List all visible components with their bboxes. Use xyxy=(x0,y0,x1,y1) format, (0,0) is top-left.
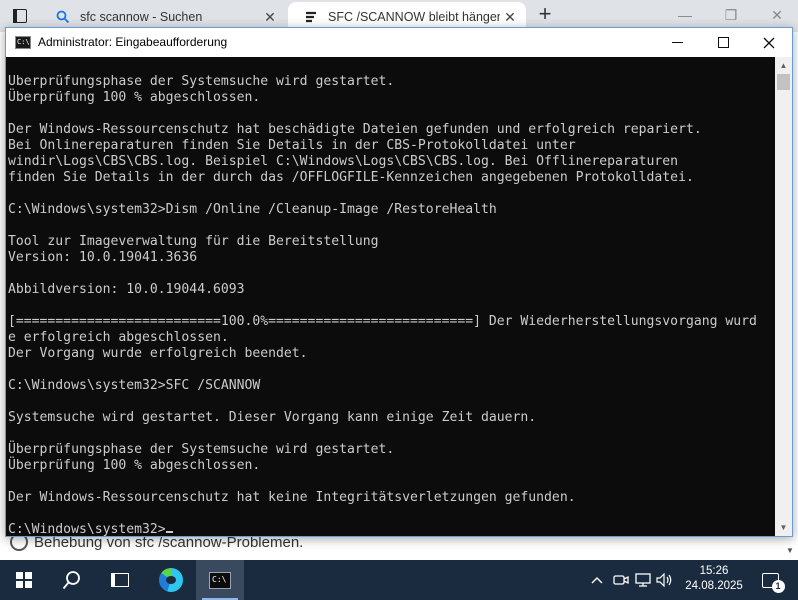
console-scrollbar[interactable]: ▲ ▼ xyxy=(775,57,792,536)
console-line: Abbildversion: 10.0.19044.6093 xyxy=(8,282,245,297)
start-button[interactable] xyxy=(0,560,48,600)
console-line: windir\Logs\CBS\CBS.log. Beispiel C:\Win… xyxy=(8,154,679,169)
maximize-button[interactable] xyxy=(700,28,746,57)
meet-now-icon[interactable] xyxy=(610,560,632,600)
browser-minimize-icon[interactable]: — xyxy=(662,4,708,26)
taskbar: C:\ 15:26 24.08.2025 1 xyxy=(0,560,798,600)
console-title: Administrator: Eingabeaufforderung xyxy=(38,35,228,49)
console-line: e erfolgreich abgeschlossen. xyxy=(8,330,229,345)
minimize-icon xyxy=(671,42,683,43)
console-window: Administrator: Eingabeaufforderung Überp… xyxy=(5,27,793,537)
edge-icon xyxy=(159,568,183,592)
close-button[interactable] xyxy=(746,28,792,57)
taskbar-search-button[interactable] xyxy=(48,560,96,600)
close-tab-icon[interactable]: ✕ xyxy=(500,9,520,26)
console-line: Der Vorgang wurde erfolgreich beendet. xyxy=(8,346,308,361)
console-line: Überprüfung 100 % abgeschlossen. xyxy=(8,90,261,105)
network-icon[interactable] xyxy=(632,560,654,600)
browser-tab-title: sfc scannow - Suchen xyxy=(80,10,203,24)
console-line: [==========================100.0%=======… xyxy=(8,314,757,329)
clock-time: 15:26 xyxy=(699,565,729,577)
browser-tab-title: SFC /SCANNOW bleibt hängen u xyxy=(328,10,500,24)
page-scroll-down-icon[interactable]: ▼ xyxy=(786,546,794,555)
console-line: Überprüfungsphase der Systemsuche wird g… xyxy=(8,442,395,457)
console-line: Tool zur Imageverwaltung für die Bereits… xyxy=(8,234,379,249)
browser-restore-icon[interactable]: ❐ xyxy=(708,4,754,26)
console-line: finden Sie Details in der durch das /OFF… xyxy=(8,170,694,185)
clock-date: 24.08.2025 xyxy=(685,580,743,592)
volume-icon[interactable] xyxy=(654,560,676,600)
console-line: Version: 10.0.19041.3636 xyxy=(8,250,198,265)
maximize-icon xyxy=(717,37,729,48)
scroll-thumb[interactable] xyxy=(777,74,790,90)
search-icon xyxy=(62,571,80,590)
console-prompt: C:\Windows\system32> xyxy=(8,522,166,536)
search-icon xyxy=(54,8,72,26)
close-tab-icon[interactable]: ✕ xyxy=(260,9,280,26)
show-hidden-icons-icon[interactable] xyxy=(586,560,608,600)
notification-badge: 1 xyxy=(771,579,785,593)
notification-icon: 1 xyxy=(761,572,785,593)
command-prompt-icon: C:\ xyxy=(209,571,231,589)
task-view-button[interactable] xyxy=(96,560,144,600)
site-icon xyxy=(302,8,320,26)
minimize-button[interactable] xyxy=(654,28,700,57)
tab-actions-icon[interactable] xyxy=(8,6,32,26)
browser-close-icon[interactable]: ✕ xyxy=(754,4,798,26)
taskbar-edge[interactable] xyxy=(148,560,194,600)
console-output[interactable]: Überprüfungsphase der Systemsuche wird g… xyxy=(8,74,774,536)
action-center-button[interactable]: 1 xyxy=(755,560,785,600)
console-line: C:\Windows\system32>SFC /SCANNOW xyxy=(8,378,261,393)
taskbar-clock[interactable]: 15:26 24.08.2025 xyxy=(680,564,748,594)
windows-icon xyxy=(16,572,32,588)
console-titlebar[interactable]: Administrator: Eingabeaufforderung xyxy=(6,28,792,57)
scroll-down-icon[interactable]: ▼ xyxy=(775,519,792,536)
task-view-icon xyxy=(111,573,129,587)
console-line: Systemsuche wird gestartet. Dieser Vorga… xyxy=(8,410,537,425)
close-icon xyxy=(763,37,775,48)
new-tab-button[interactable]: + xyxy=(534,3,556,26)
console-prompt-line: C:\Windows\system32> xyxy=(8,522,774,536)
scroll-up-icon[interactable]: ▲ xyxy=(775,57,792,74)
console-line: Der Windows-Ressourcenschutz hat beschäd… xyxy=(8,122,702,137)
text-cursor xyxy=(165,531,173,533)
console-line: Überprüfung 100 % abgeschlossen. xyxy=(8,458,261,473)
console-icon xyxy=(15,36,31,49)
console-line: Bei Onlinereparaturen finden Sie Details… xyxy=(8,138,576,153)
console-line: Der Windows-Ressourcenschutz hat keine I… xyxy=(8,490,576,505)
console-line: Überprüfungsphase der Systemsuche wird g… xyxy=(8,74,395,89)
console-line: C:\Windows\system32>Dism /Online /Cleanu… xyxy=(8,202,497,217)
taskbar-command-prompt[interactable]: C:\ xyxy=(196,560,244,600)
